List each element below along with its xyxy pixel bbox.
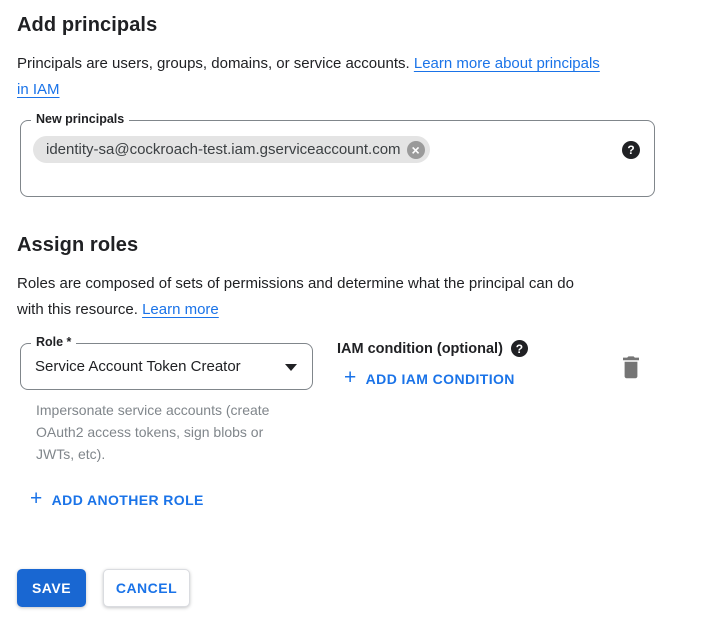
- learn-more-roles-link[interactable]: Learn more: [142, 301, 219, 318]
- role-helper-text: Impersonate service accounts (create OAu…: [36, 399, 298, 465]
- description-text: Principals are users, groups, domains, o…: [17, 55, 410, 72]
- role-select[interactable]: Role * Service Account Token Creator: [20, 343, 313, 390]
- new-principals-label: New principals: [31, 112, 129, 126]
- add-principals-description: Principals are users, groups, domains, o…: [17, 51, 677, 103]
- add-another-role-button[interactable]: + ADD ANOTHER ROLE: [30, 489, 204, 510]
- delete-role-button[interactable]: [619, 353, 643, 385]
- assign-roles-title: Assign roles: [17, 234, 138, 257]
- iam-condition-label: IAM condition (optional) ?: [337, 340, 528, 357]
- plus-icon: +: [344, 367, 357, 388]
- principal-chip-value: identity-sa@cockroach-test.iam.gservicea…: [46, 141, 401, 158]
- role-selected-value: Service Account Token Creator: [35, 344, 241, 389]
- trash-icon: [621, 355, 641, 380]
- add-principals-panel: Add principals Principals are users, gro…: [0, 0, 713, 629]
- new-principals-field[interactable]: New principals identity-sa@cockroach-tes…: [20, 120, 655, 197]
- chip-remove-icon[interactable]: ×: [407, 141, 425, 159]
- cancel-button[interactable]: CANCEL: [103, 569, 190, 607]
- plus-icon: +: [30, 488, 43, 509]
- add-principals-title: Add principals: [17, 14, 157, 37]
- save-button[interactable]: SAVE: [17, 569, 86, 607]
- chevron-down-icon: [285, 364, 297, 371]
- add-iam-condition-button[interactable]: + ADD IAM CONDITION: [344, 368, 515, 389]
- principal-chip: identity-sa@cockroach-test.iam.gservicea…: [33, 136, 430, 163]
- assign-roles-description: Roles are composed of sets of permission…: [17, 271, 677, 323]
- iam-condition-help-icon[interactable]: ?: [511, 340, 528, 357]
- new-principals-help-icon[interactable]: ?: [622, 141, 640, 159]
